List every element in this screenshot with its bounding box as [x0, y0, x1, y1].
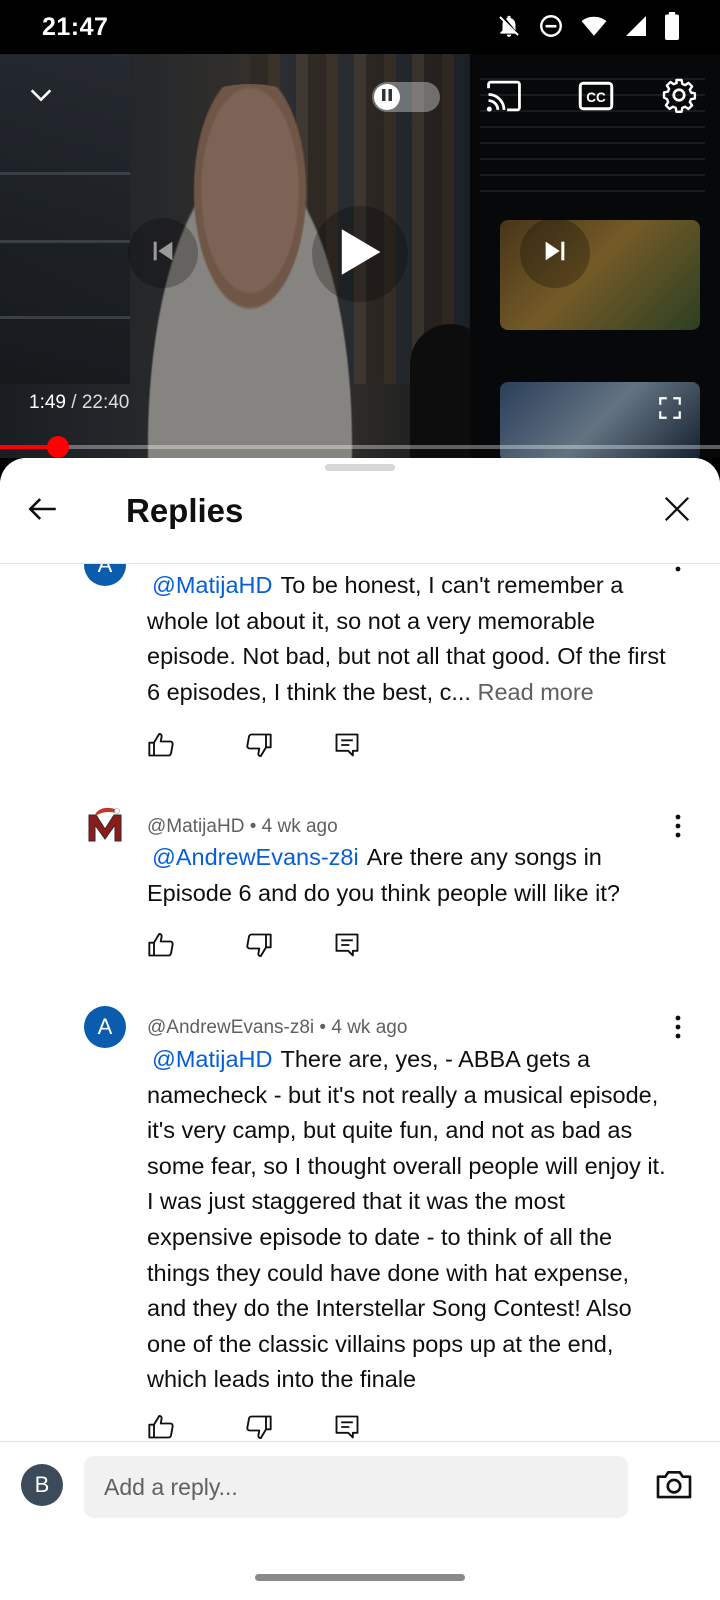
reply-text: @MatijaHD There are, yes, - ABBA gets a n… [147, 1042, 667, 1398]
status-bar: 21:47 [0, 0, 720, 54]
cast-button[interactable] [482, 78, 526, 118]
replies-list[interactable]: A @MatijaHD To be honest, I can't remembe… [0, 564, 720, 1452]
comment-icon [333, 931, 361, 964]
next-video-button[interactable] [520, 218, 590, 288]
autoplay-toggle[interactable] [372, 82, 440, 112]
status-time: 21:47 [42, 13, 109, 41]
avatar[interactable] [82, 804, 128, 850]
wifi-icon [580, 13, 608, 39]
like-button[interactable] [144, 930, 178, 964]
like-button[interactable] [144, 730, 178, 764]
thumbs-down-icon [245, 731, 273, 764]
sheet-title: Replies [126, 492, 244, 529]
captions-button[interactable]: CC [574, 78, 618, 118]
reply-input[interactable] [84, 1456, 628, 1518]
reply-meta: @MatijaHD • 4 wk ago [147, 816, 338, 838]
video-duration: 22:40 [81, 392, 130, 413]
play-button[interactable] [312, 206, 408, 302]
scrubber-handle[interactable] [46, 436, 69, 458]
fullscreen-button[interactable] [648, 388, 692, 432]
avatar-letter: A [97, 1014, 113, 1039]
svg-text:CC: CC [586, 90, 606, 105]
more-options-button[interactable] [664, 1009, 692, 1049]
avatar[interactable]: A [84, 1006, 126, 1048]
fullscreen-icon [657, 395, 683, 426]
reply-button[interactable] [330, 730, 364, 764]
closed-captions-icon: CC [578, 81, 614, 116]
user-avatar-letter: B [34, 1472, 50, 1497]
more-vertical-icon [675, 1015, 681, 1044]
skip-next-icon [541, 237, 569, 270]
author-name[interactable]: @MatijaHD [147, 816, 244, 837]
settings-button[interactable] [656, 74, 702, 120]
signal-icon [624, 13, 648, 39]
collapse-button[interactable] [18, 74, 64, 120]
skip-previous-icon [149, 237, 177, 270]
channel-logo-icon [83, 803, 127, 852]
more-options-button[interactable] [664, 808, 692, 848]
thumbs-up-icon [147, 731, 175, 764]
avatar-letter: A [97, 564, 113, 577]
thumbs-down-icon [245, 931, 273, 964]
meta-separator: • [244, 816, 262, 837]
comment-icon [333, 731, 361, 764]
camera-button[interactable] [652, 1466, 696, 1506]
reply-meta: @AndrewEvans-z8i • 4 wk ago [147, 1017, 407, 1039]
autoplay-toggle-knob [374, 84, 400, 110]
meta-separator: • [314, 1017, 332, 1038]
gear-icon [661, 77, 697, 118]
video-time-display: 1:49 / 22:40 [29, 392, 129, 414]
reply-body: There are, yes, - ABBA gets a namecheck … [147, 1046, 666, 1393]
avatar[interactable]: A [84, 564, 126, 586]
drag-handle[interactable] [325, 464, 395, 471]
back-button[interactable] [22, 490, 64, 532]
pause-icon [380, 88, 394, 107]
status-icons [496, 12, 680, 40]
previous-video-button[interactable] [128, 218, 198, 288]
more-vertical-icon [675, 564, 681, 577]
more-vertical-icon [675, 814, 681, 843]
author-name[interactable]: @AndrewEvans-z8i [147, 1017, 314, 1038]
notifications-off-icon [496, 13, 522, 39]
chevron-down-icon [27, 81, 55, 114]
mention-link[interactable]: @AndrewEvans-z8i [152, 844, 359, 870]
sheet-header: Replies [0, 458, 720, 564]
close-button[interactable] [656, 490, 698, 532]
dislike-button[interactable] [242, 930, 276, 964]
camera-icon [655, 1468, 693, 1505]
close-icon [662, 494, 692, 529]
reply-text: @AndrewEvans-z8i Are there any songs in E… [147, 840, 667, 911]
mention-link[interactable]: @MatijaHD [152, 572, 272, 598]
thumbs-up-icon [147, 931, 175, 964]
current-time: 1:49 [29, 392, 66, 413]
user-avatar[interactable]: B [21, 1464, 63, 1506]
do-not-disturb-icon [538, 13, 564, 39]
battery-icon [664, 12, 680, 40]
mention-link[interactable]: @MatijaHD [152, 1046, 272, 1072]
reply-timestamp: 4 wk ago [261, 816, 338, 837]
arrow-left-icon [26, 492, 60, 531]
read-more-link[interactable]: Read more [471, 679, 593, 705]
cast-icon [485, 79, 523, 118]
video-progress-bar[interactable] [0, 436, 720, 458]
reply-text: @MatijaHD To be honest, I can't remember … [147, 568, 667, 710]
time-separator: / [65, 392, 82, 413]
home-indicator[interactable] [255, 1574, 465, 1581]
reply-button[interactable] [330, 930, 364, 964]
more-options-button[interactable] [664, 564, 692, 582]
video-player[interactable]: CC 1:49 / 22:40 [0, 54, 720, 458]
replies-sheet: A @MatijaHD To be honest, I can't remembe… [0, 458, 720, 1600]
play-icon [337, 227, 383, 282]
dislike-button[interactable] [242, 730, 276, 764]
reply-timestamp: 4 wk ago [331, 1017, 408, 1038]
